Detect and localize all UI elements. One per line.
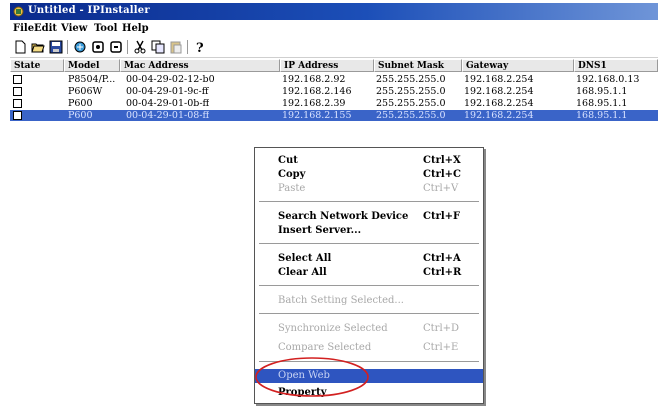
cell-gateway: 192.168.2.254 [464, 74, 534, 85]
cut-icon[interactable] [133, 40, 147, 54]
menu-item-paste: Paste Ctrl+V [255, 182, 483, 196]
col-mac[interactable]: Mac Address [120, 59, 280, 72]
col-state[interactable]: State [10, 59, 64, 72]
table-row[interactable]: P606W 00-04-29-01-9c-ff 192.168.2.146 25… [10, 86, 658, 97]
menu-item-label: Insert Server... [278, 225, 362, 236]
menu-item-label: Synchronize Selected [278, 323, 388, 334]
menu-item-select-all[interactable]: Select All Ctrl+A [255, 252, 483, 266]
new-icon[interactable] [13, 40, 27, 54]
menu-item-shortcut: Ctrl+A [423, 253, 461, 264]
state-checkbox[interactable] [13, 87, 22, 96]
save-icon[interactable] [49, 40, 63, 54]
cell-dns1: 192.168.0.13 [576, 74, 640, 85]
menu-item-shortcut: Ctrl+R [423, 267, 462, 278]
cell-subnet: 255.255.255.0 [376, 86, 446, 97]
cell-ip: 192.168.2.39 [282, 98, 346, 109]
cell-dns1: 168.95.1.1 [576, 86, 628, 97]
cell-gateway: 192.168.2.254 [464, 110, 534, 121]
cell-dns1: 168.95.1.1 [576, 98, 628, 109]
menu-item-shortcut: Ctrl+X [423, 155, 461, 166]
menu-edit[interactable]: Edit [34, 23, 57, 34]
copy-icon[interactable] [151, 40, 165, 54]
menu-separator [259, 313, 479, 315]
cell-mac: 00-04-29-02-12-b0 [126, 74, 215, 85]
cell-subnet: 255.255.255.0 [376, 98, 446, 109]
svg-text:?: ? [196, 41, 204, 54]
menu-item-shortcut: Ctrl+V [423, 183, 459, 194]
cell-gateway: 192.168.2.254 [464, 86, 534, 97]
title-bar: Untitled - IPInstaller [10, 3, 658, 20]
toolbar-separator [187, 40, 188, 54]
menu-item-synchronize-selected: Synchronize Selected Ctrl+D [255, 322, 483, 336]
toolbar-separator [67, 40, 68, 54]
menu-tool[interactable]: Tool [94, 23, 117, 34]
cell-model: P8504/P... [68, 74, 116, 85]
cell-ip: 192.168.2.146 [282, 86, 352, 97]
menu-item-compare-selected: Compare Selected Ctrl+E [255, 341, 483, 355]
menu-item-label: Batch Setting Selected... [278, 295, 404, 306]
toolbar-separator [127, 40, 128, 54]
cell-ip: 192.168.2.155 [282, 110, 352, 121]
menu-item-clear-all[interactable]: Clear All Ctrl+R [255, 266, 483, 280]
menu-item-shortcut: Ctrl+F [423, 211, 461, 222]
cell-mac: 00-04-29-01-08-ff [126, 110, 210, 121]
menu-item-label: Paste [278, 183, 306, 194]
app-icon [13, 6, 24, 17]
cell-model: P606W [68, 86, 103, 97]
table-row[interactable]: P600 00-04-29-01-0b-ff 192.168.2.39 255.… [10, 98, 658, 109]
cell-ip: 192.168.2.92 [282, 74, 346, 85]
cell-mac: 00-04-29-01-0b-ff [126, 98, 210, 109]
menu-separator [259, 285, 479, 287]
menu-item-search-network-device[interactable]: Search Network Device Ctrl+F [255, 210, 483, 224]
table-header: State Model Mac Address IP Address Subne… [10, 59, 658, 73]
cell-gateway: 192.168.2.254 [464, 98, 534, 109]
menu-item-shortcut: Ctrl+C [423, 169, 461, 180]
menu-item-insert-server[interactable]: Insert Server... [255, 224, 483, 238]
menu-item-copy[interactable]: Copy Ctrl+C [255, 168, 483, 182]
menu-item-batch-setting: Batch Setting Selected... [255, 294, 483, 308]
paste-config-icon[interactable] [109, 40, 123, 54]
menu-file[interactable]: File [13, 23, 34, 34]
cell-model: P600 [68, 98, 93, 109]
menu-item-shortcut: Ctrl+E [423, 342, 459, 353]
menu-item-shortcut: Ctrl+D [423, 323, 460, 334]
col-model[interactable]: Model [64, 59, 120, 72]
menu-item-label: Select All [278, 253, 332, 264]
open-icon[interactable] [31, 40, 45, 54]
menu-item-cut[interactable]: Cut Ctrl+X [255, 154, 483, 168]
window-title: Untitled - IPInstaller [28, 5, 150, 16]
toolbar: ? [10, 37, 658, 58]
state-checkbox[interactable] [13, 75, 22, 84]
table-row[interactable]: P8504/P... 00-04-29-02-12-b0 192.168.2.9… [10, 74, 658, 85]
menu-separator [259, 201, 479, 203]
menu-item-label: Clear All [278, 267, 327, 278]
cell-model: P600 [68, 110, 93, 121]
menu-help[interactable]: Help [122, 23, 149, 34]
search-network-icon[interactable] [73, 40, 87, 54]
col-subnet[interactable]: Subnet Mask [374, 59, 462, 72]
menu-separator [259, 243, 479, 245]
state-checkbox[interactable] [13, 99, 22, 108]
table-row-selected[interactable]: P600 00-04-29-01-08-ff 192.168.2.155 255… [10, 110, 658, 121]
state-checkbox[interactable] [13, 111, 22, 120]
cell-mac: 00-04-29-01-9c-ff [126, 86, 209, 97]
cell-subnet: 255.255.255.0 [376, 110, 446, 121]
cell-subnet: 255.255.255.0 [376, 74, 446, 85]
cell-dns1: 168.95.1.1 [576, 110, 628, 121]
menu-item-label: Search Network Device [278, 211, 409, 222]
col-ip[interactable]: IP Address [280, 59, 374, 72]
help-icon[interactable]: ? [193, 40, 207, 54]
col-dns1[interactable]: DNS1 [574, 59, 658, 72]
menu-item-label: Cut [278, 155, 298, 166]
menu-bar: File Edit View Tool Help [10, 21, 658, 37]
copy-config-icon[interactable] [91, 40, 105, 54]
menu-item-label: Copy [278, 169, 306, 180]
paste-icon [170, 41, 182, 54]
menu-view[interactable]: View [61, 23, 87, 34]
col-gateway[interactable]: Gateway [462, 59, 574, 72]
annotation-circle [255, 357, 369, 397]
menu-item-label: Compare Selected [278, 342, 372, 353]
